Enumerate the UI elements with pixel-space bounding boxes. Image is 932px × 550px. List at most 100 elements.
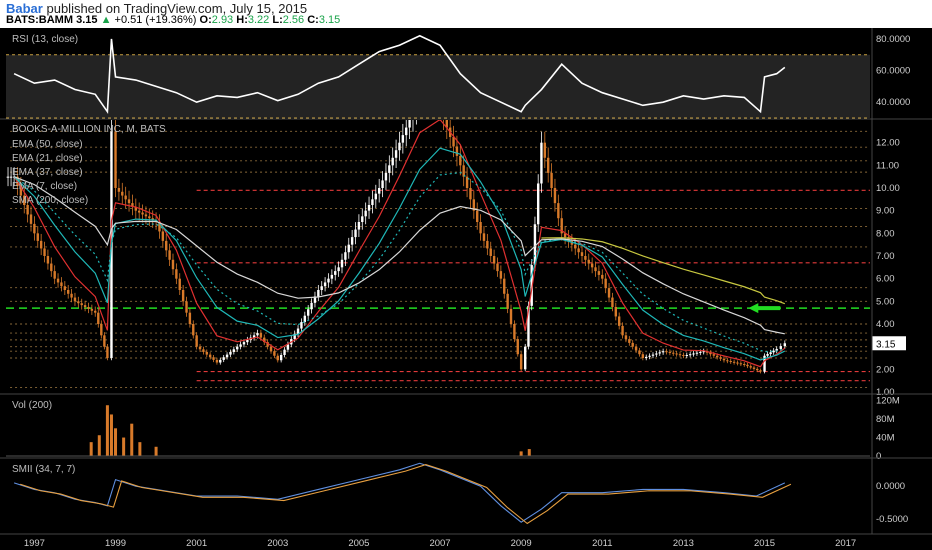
time-tick-label: 2015 [754,538,775,549]
ma-legend-item: EMA (37, close) [12,167,83,178]
time-tick-label: 2013 [673,538,694,549]
volume-bar [105,405,109,456]
candle-body [94,310,97,313]
candle-body [215,359,219,363]
price-tick-label: 2.00 [876,364,895,375]
candle-body [668,351,672,353]
candle-body [106,346,109,358]
candle-body [496,263,499,272]
candle-body [682,354,685,356]
candle-body [6,176,10,178]
candle-body [66,290,70,294]
candle-body [482,233,486,241]
rsi-tick-label: 80.0000 [876,34,910,45]
candle-body [161,231,165,241]
candle-body [276,355,279,361]
candle-body [63,286,67,290]
candle-body [746,364,749,367]
candle-body [77,301,80,304]
time-tick-label: 1999 [105,538,126,549]
candle-body [688,354,692,356]
candle-body [695,352,699,354]
candle-body [651,354,655,356]
candle-body [607,288,611,298]
candle-body [279,354,283,361]
close-value: 3.15 [318,14,341,26]
volume-bar [114,428,118,456]
candle-body [26,205,29,215]
candle-body [168,250,171,260]
candle-body [766,354,769,356]
candle-body [394,150,398,158]
candle-body [361,216,364,222]
candle-body [779,346,782,349]
candle-body [208,354,212,358]
candle-body [39,240,43,249]
candle-body [486,240,489,249]
symbol: BATS:BAMM [6,14,74,26]
candle-body [357,222,361,230]
candle-body [759,370,762,372]
candle-body [256,333,259,336]
candle-body [198,346,202,350]
candle-body [550,172,553,188]
time-tick-label: 1997 [24,538,45,549]
candle-body [685,354,688,356]
candle-body [492,256,496,264]
volume-tick-label: 0 [876,451,881,462]
chart-canvas[interactable]: 80.0000 60.0000 40.0000 RSI (13, close) 12.… [0,28,932,550]
candle-body [300,322,303,329]
candle-body [303,315,307,323]
candle-body [377,188,381,194]
candle-body [590,263,594,268]
candle-body [577,248,580,253]
candle-body [783,343,787,347]
last-price-label: 3.15 [876,339,896,350]
candle-body [381,180,384,188]
candle-body [722,358,726,361]
candle-body [236,346,239,350]
candle-body [729,361,732,363]
candle-body [524,346,527,370]
smii-tick-label: -0.5000 [876,514,908,525]
candle-body [597,271,601,275]
candle-body [212,357,215,360]
candle-body [114,131,117,188]
candle-body [192,324,195,336]
candle-body [557,203,560,219]
price-tick-label: 11.00 [876,160,899,171]
candle-body [90,308,94,311]
ma-legend-item: EMA (21, close) [12,153,83,164]
rsi-tick-label: 60.0000 [876,66,910,77]
candle-body [165,240,168,251]
candle-body [374,193,378,200]
candle-body [229,351,232,355]
candle-body [171,259,175,270]
candle-body [628,339,631,343]
candle-body [719,357,722,359]
candle-body [367,205,371,211]
candle-body [269,346,273,352]
candle-body [388,165,391,173]
candle-body [584,256,587,260]
candle-body [665,351,668,353]
volume-bar [122,437,126,456]
candle-body [219,359,222,363]
candle-body [232,349,236,352]
candle-body [188,312,192,324]
candle-body [692,353,695,355]
candle-body [546,157,550,173]
candle-body [580,252,584,256]
candle-body [699,351,702,353]
price-tick-label: 5.00 [876,296,895,307]
candle-body [462,165,465,177]
candle-body [317,290,320,297]
candle-body [202,349,205,352]
smii-title: SMII (34, 7, 7) [12,464,75,475]
candle-body [323,282,327,287]
candle-body [519,354,523,370]
candle-body [175,269,178,279]
candle-body [73,297,77,302]
candle-body [87,307,90,309]
time-tick-label: 2011 [592,538,612,549]
